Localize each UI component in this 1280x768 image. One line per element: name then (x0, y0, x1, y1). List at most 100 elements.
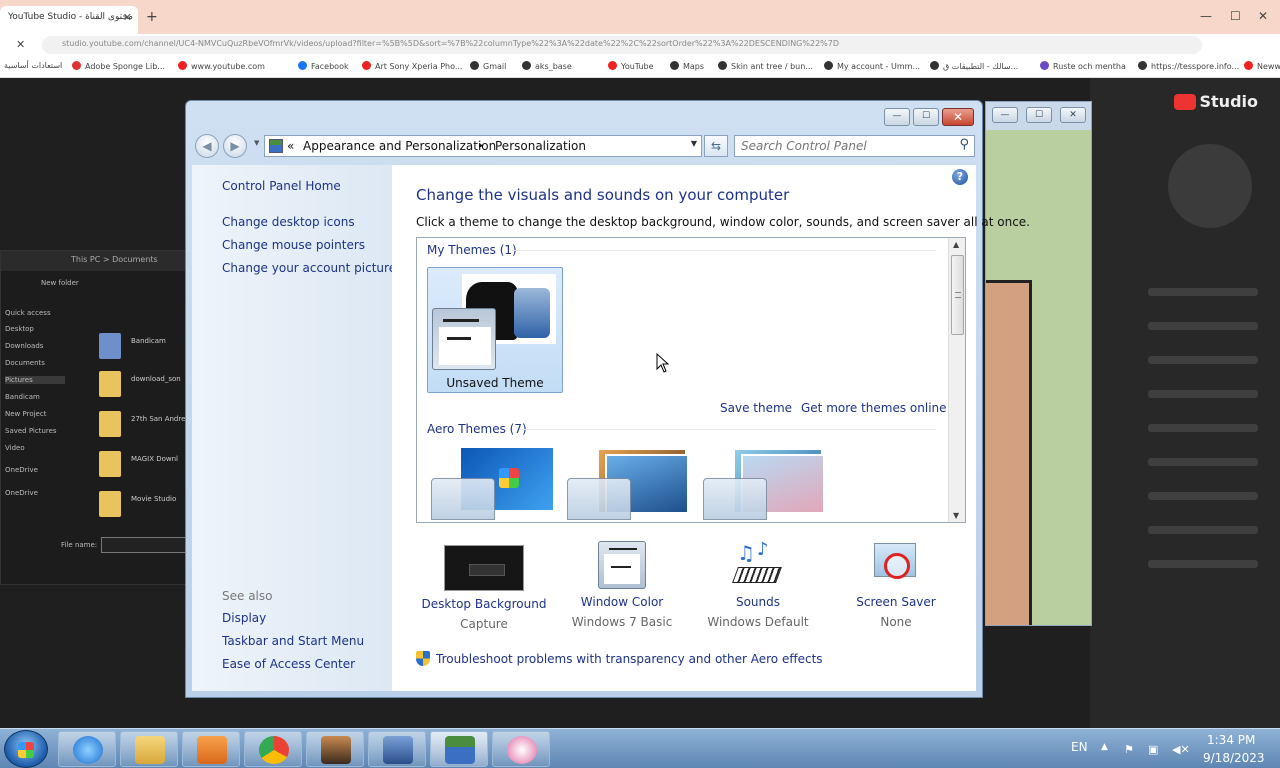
bookmark-item[interactable]: https://tesspore.info... (1138, 61, 1239, 71)
help-icon[interactable]: ? (952, 169, 968, 185)
close-icon[interactable]: ✕ (123, 11, 132, 24)
get-more-themes-link[interactable]: Get more themes online (801, 401, 947, 415)
breadcrumb-overflow[interactable]: « (287, 139, 294, 153)
sidebar-menu-item[interactable] (1148, 356, 1258, 364)
folder-icon[interactable] (99, 333, 121, 359)
control-panel-home-link[interactable]: Control Panel Home (222, 179, 341, 193)
bookmark-item[interactable]: Skin ant tree / bun... (718, 61, 813, 71)
nav-item[interactable]: OneDrive (5, 489, 38, 497)
change-mouse-pointers-link[interactable]: Change mouse pointers (222, 238, 365, 252)
nav-item[interactable]: Video (5, 444, 25, 452)
address-bar[interactable]: « Appearance and Personalization ▸ Perso… (264, 135, 702, 157)
bookmark-item[interactable]: YouTube (608, 61, 654, 71)
theme-characters[interactable] (703, 448, 827, 520)
nav-item[interactable]: Bandicam (5, 393, 40, 401)
file-name[interactable]: Bandicam (131, 337, 166, 345)
sounds-setting[interactable]: ♫ ♪ Sounds Windows Default (688, 539, 828, 629)
minimize-button[interactable]: — (992, 107, 1018, 123)
volume-muted-icon[interactable]: ◀✕ (1172, 743, 1190, 756)
minimize-icon[interactable]: — (1200, 9, 1212, 23)
folder-icon[interactable] (99, 371, 121, 397)
channel-avatar[interactable] (1168, 144, 1252, 228)
bookmark-item[interactable]: Art Sony Xperia Pho... (362, 61, 462, 71)
sidebar-menu-item[interactable] (1148, 526, 1258, 534)
sidebar-menu-item[interactable] (1148, 424, 1258, 432)
maximize-button[interactable]: ☐ (1026, 107, 1052, 123)
sidebar-menu-item[interactable] (1148, 458, 1258, 466)
taskbar-control-panel[interactable] (430, 731, 488, 767)
nav-item[interactable]: Pictures (5, 376, 65, 384)
sidebar-menu-item[interactable] (1148, 390, 1258, 398)
back-button[interactable]: ◀ (195, 134, 219, 158)
taskbar-file-explorer[interactable] (120, 731, 178, 767)
search-input[interactable] (741, 138, 941, 154)
bookmark-item[interactable]: سالك - التطبيقات ق... (930, 61, 1018, 71)
file-name[interactable]: MAGIX Downl (131, 455, 178, 463)
nav-item[interactable]: OneDrive (5, 466, 38, 474)
display-link[interactable]: Display (222, 611, 266, 625)
change-desktop-icons-link[interactable]: Change desktop icons (222, 215, 355, 229)
file-name[interactable]: 27th San Andre (131, 415, 185, 423)
taskbar-snipping-tool[interactable] (492, 731, 550, 767)
nav-item[interactable]: Documents (5, 359, 45, 367)
desktop-background-setting[interactable]: Desktop Background Capture (414, 541, 554, 631)
search-icon[interactable]: ⚲ (959, 137, 969, 152)
bookmark-item[interactable]: aks_base (522, 61, 572, 71)
reload-icon[interactable]: ✕ (16, 38, 25, 51)
theme-unsaved[interactable]: Unsaved Theme (427, 267, 563, 393)
bookmark-item[interactable]: My account - Umm... (824, 61, 920, 71)
bookmark-item[interactable]: Gmail (470, 61, 506, 71)
sidebar-menu-item[interactable] (1148, 322, 1258, 330)
bookmark-item[interactable]: استعادات أساسية (4, 61, 62, 70)
close-icon[interactable]: ✕ (1258, 9, 1268, 23)
browser-url-field[interactable]: studio.youtube.com/channel/UC4-NMVCuQuzR… (42, 36, 1202, 54)
nav-item[interactable]: Quick access (5, 309, 51, 317)
nav-item[interactable]: Saved Pictures (5, 427, 57, 435)
file-name-input[interactable] (101, 537, 189, 553)
browser-tab[interactable]: YouTube Studio - محتوى القناة ✕ (0, 6, 138, 34)
maximize-button[interactable]: ☐ (913, 108, 939, 126)
file-name[interactable]: Movie Studio (131, 495, 176, 503)
taskbar-game[interactable] (306, 731, 364, 767)
folder-icon[interactable] (99, 411, 121, 437)
save-theme-link[interactable]: Save theme (720, 401, 792, 415)
start-button[interactable] (4, 730, 48, 768)
bookmark-item[interactable]: Neww... (1244, 61, 1280, 71)
bookmark-item[interactable]: Maps (670, 61, 704, 71)
nav-item[interactable]: New Project (5, 410, 46, 418)
sidebar-menu-item[interactable] (1148, 560, 1258, 568)
maximize-icon[interactable]: ☐ (1230, 9, 1241, 23)
nav-item[interactable]: Downloads (5, 342, 43, 350)
sidebar-menu-item[interactable] (1148, 492, 1258, 500)
language-indicator[interactable]: EN (1071, 740, 1088, 754)
close-button[interactable]: ✕ (942, 108, 974, 126)
nav-item[interactable]: Desktop (5, 325, 34, 333)
recent-pages-dropdown[interactable]: ▼ (254, 139, 259, 147)
bookmark-item[interactable]: Adobe Sponge Lib... (72, 61, 165, 71)
taskbar-internet-explorer[interactable] (58, 731, 116, 767)
minimize-button[interactable]: — (884, 108, 910, 126)
new-folder-button[interactable]: New folder (41, 279, 79, 287)
folder-icon[interactable] (99, 491, 121, 517)
file-name[interactable]: download_son (131, 375, 181, 383)
forward-button[interactable]: ▶ (223, 134, 247, 158)
close-button[interactable]: ✕ (1060, 107, 1086, 123)
bookmark-item[interactable]: www.youtube.com (178, 61, 265, 71)
breadcrumb-separator-icon[interactable]: ▸ (479, 141, 484, 151)
taskbar-start-menu-link[interactable]: Taskbar and Start Menu (222, 634, 364, 648)
window-color-setting[interactable]: Window Color Windows 7 Basic (552, 541, 692, 629)
taskbar-network-app[interactable] (368, 731, 426, 767)
address-dropdown-icon[interactable]: ▼ (691, 139, 697, 148)
ease-of-access-link[interactable]: Ease of Access Center (222, 657, 355, 671)
taskbar-chrome[interactable] (244, 731, 302, 767)
new-tab-button[interactable]: + (146, 9, 158, 25)
bookmark-item[interactable]: Facebook (298, 61, 349, 71)
refresh-button[interactable]: ⇆ (704, 135, 728, 157)
scroll-down-icon[interactable]: ▼ (953, 511, 959, 520)
change-account-picture-link[interactable]: Change your account picture (222, 261, 396, 275)
show-hidden-icons[interactable]: ▲ (1101, 742, 1108, 752)
theme-windows-7[interactable] (431, 448, 555, 520)
action-center-icon[interactable]: ⚑ (1124, 743, 1138, 756)
breadcrumb-appearance[interactable]: Appearance and Personalization (303, 139, 496, 153)
breadcrumb-personalization[interactable]: Personalization (495, 139, 586, 153)
